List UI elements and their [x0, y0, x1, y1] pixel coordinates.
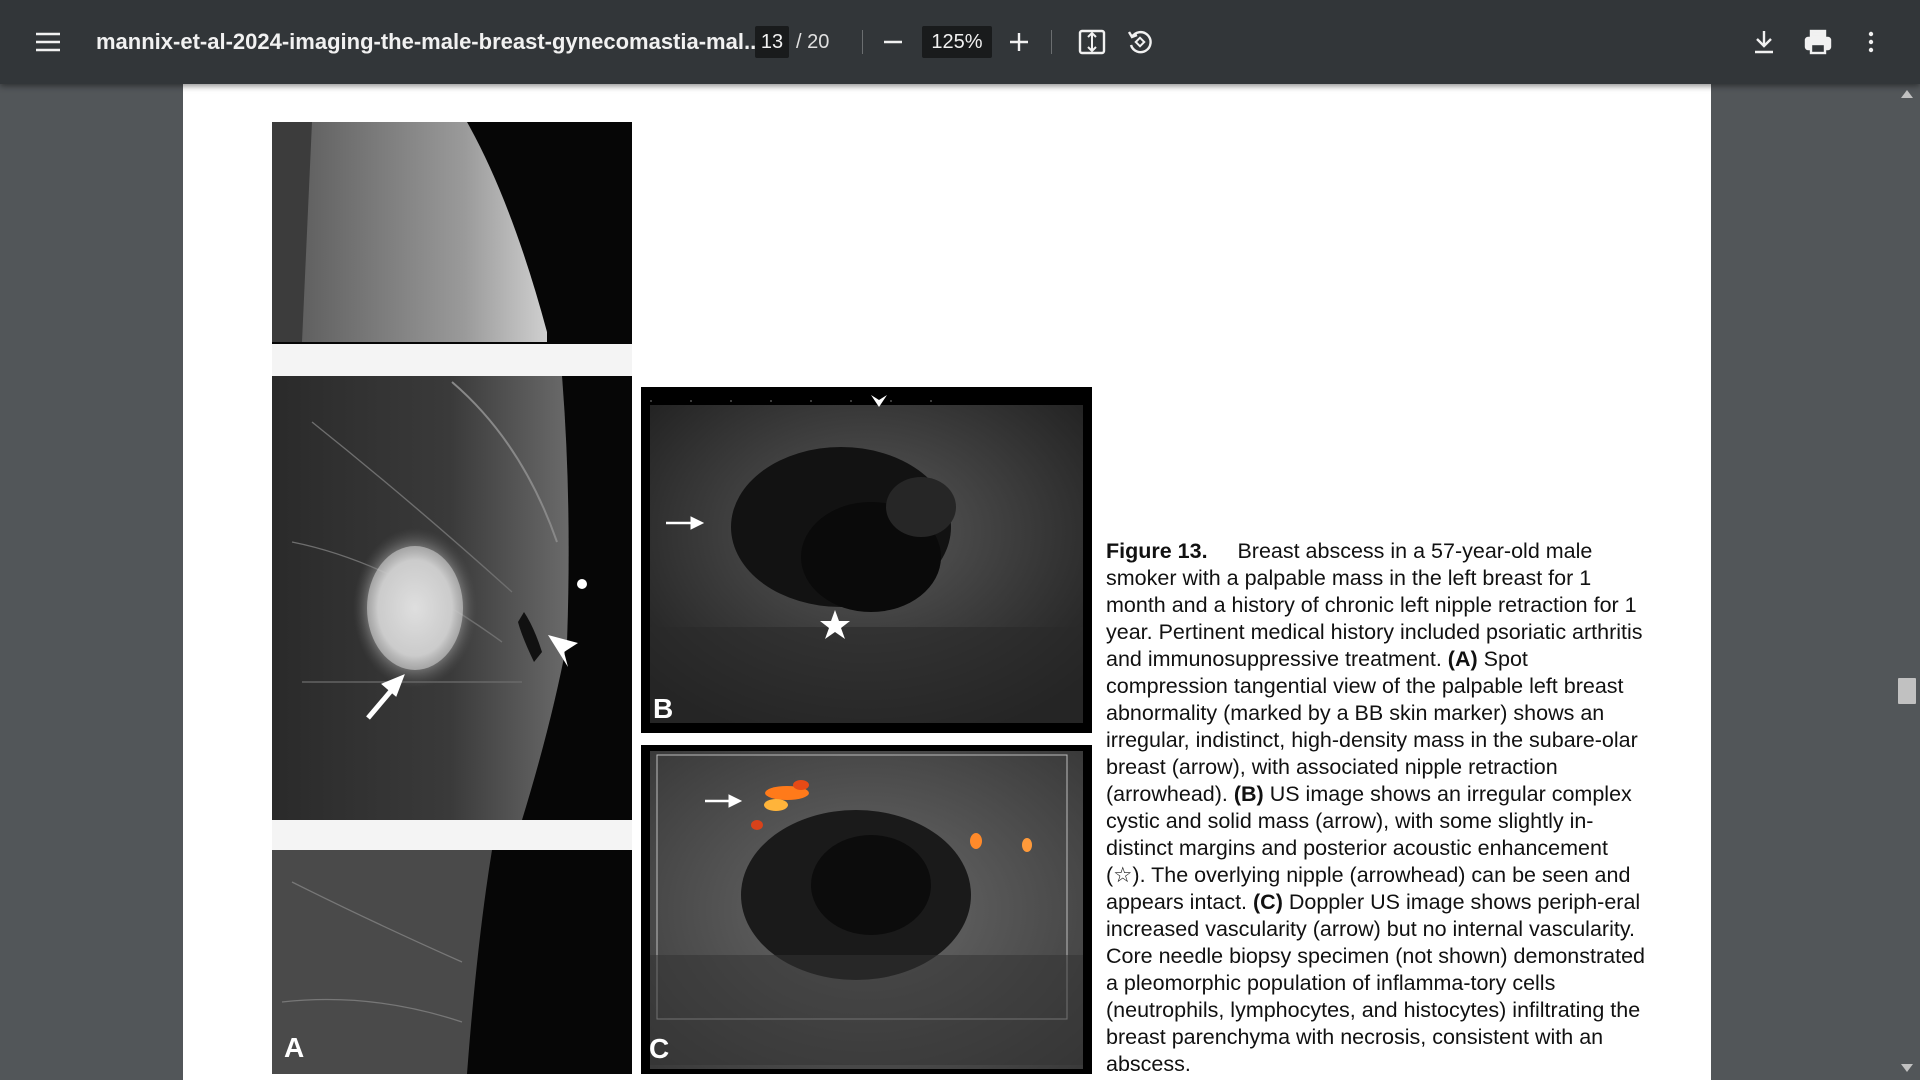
toolbar-divider	[862, 30, 863, 54]
vertical-scrollbar[interactable]	[1894, 84, 1920, 1080]
page-total: / 20	[796, 30, 830, 53]
pdf-toolbar: mannix-et-al-2024-imaging-the-male-breas…	[0, 0, 1920, 84]
figure-label: Figure 13.	[1106, 539, 1208, 563]
caption-text-c: Doppler US image shows periph-eral incre…	[1106, 890, 1645, 1076]
figure-panel-b: B	[641, 387, 1092, 733]
hamburger-menu-icon[interactable]	[26, 20, 70, 64]
fit-to-page-icon[interactable]	[1070, 20, 1114, 64]
plus-icon[interactable]	[997, 20, 1041, 64]
figure-caption: Figure 13. Breast abscess in a 57-year-o…	[1106, 538, 1646, 1078]
page-number-input[interactable]: 13	[755, 26, 789, 58]
zoom-level-input[interactable]: 125%	[922, 26, 992, 58]
caption-tag-a: (A)	[1447, 647, 1478, 671]
scroll-down-icon[interactable]	[1901, 1064, 1913, 1072]
more-vertical-icon[interactable]	[1849, 20, 1893, 64]
figure-panel-c: C	[641, 745, 1092, 1074]
panel-b-label: B	[653, 693, 674, 724]
figure-panel-a: A	[272, 122, 632, 1074]
document-title: mannix-et-al-2024-imaging-the-male-breas…	[96, 29, 763, 54]
caption-tag-c: (C)	[1253, 890, 1283, 914]
panel-c-label: C	[649, 1033, 670, 1064]
minus-icon[interactable]	[871, 20, 915, 64]
caption-tag-b: (B)	[1233, 782, 1264, 806]
scrollbar-thumb[interactable]	[1898, 678, 1916, 704]
toolbar-divider	[1051, 30, 1052, 54]
rotate-counterclockwise-icon[interactable]	[1118, 20, 1162, 64]
download-icon[interactable]	[1742, 20, 1786, 64]
print-icon[interactable]	[1796, 20, 1840, 64]
panel-a-label: A	[284, 1032, 305, 1063]
scroll-up-icon[interactable]	[1901, 90, 1913, 98]
